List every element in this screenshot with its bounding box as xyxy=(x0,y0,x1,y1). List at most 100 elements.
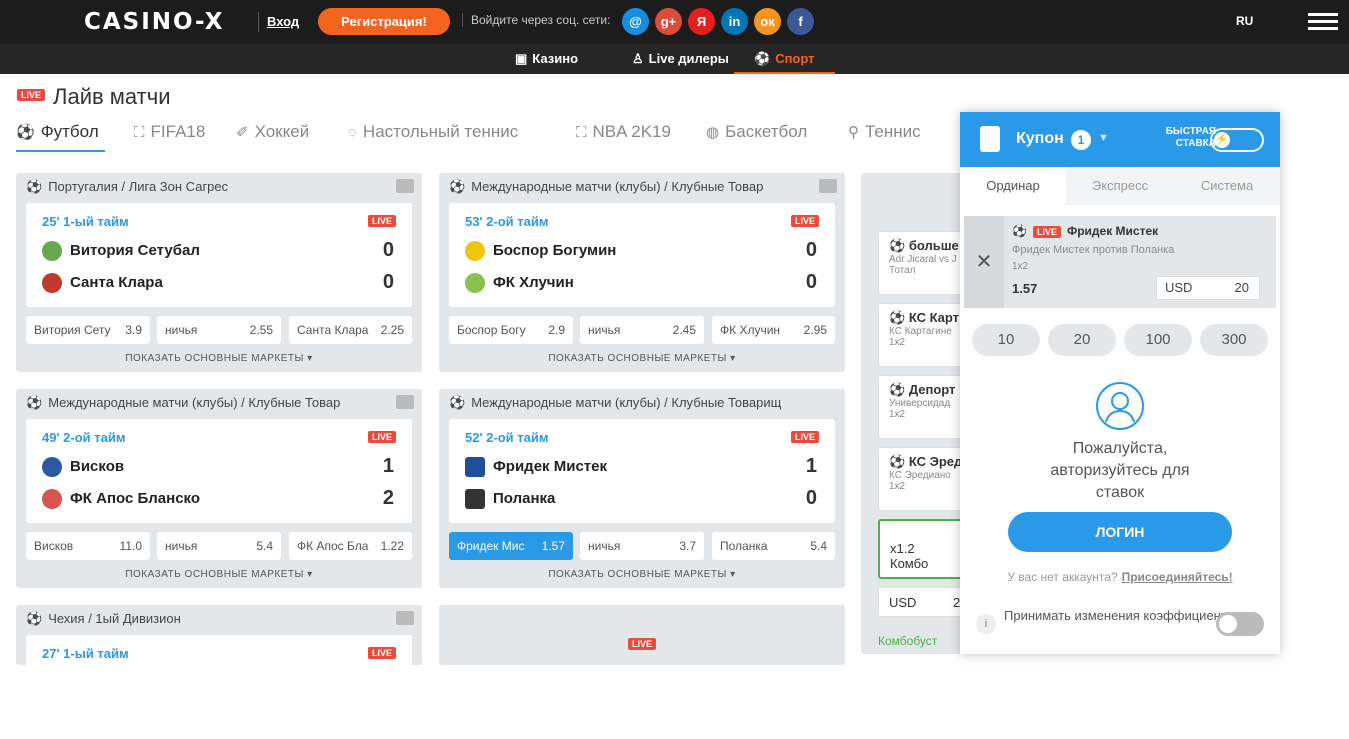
main-nav: ▣ Казино ♙ Live дилеры ⚽ Спорт xyxy=(0,44,1349,74)
no-account-text: У вас нет аккаунта? Присоединяйтесь! xyxy=(1007,570,1233,584)
league-header[interactable]: ⚽ Международные матчи (клубы) / Клубные Т… xyxy=(439,389,845,417)
login-button[interactable]: ЛОГИН xyxy=(1008,512,1232,552)
mail-icon[interactable]: @ xyxy=(622,8,649,35)
top-bar: CASINO-X Вход Регистрация! Войдите через… xyxy=(0,0,1349,44)
social-login-text: Войдите через соц. сети: xyxy=(462,13,610,27)
show-markets-link[interactable]: ПОКАЗАТЬ ОСНОВНЫЕ МАРКЕТЫ ▾ xyxy=(439,569,845,580)
show-markets-link[interactable]: ПОКАЗАТЬ ОСНОВНЫЕ МАРКЕТЫ ▾ xyxy=(439,353,845,364)
match-card: ⚽ Международные матчи (клубы) / Клубные Т… xyxy=(439,389,845,588)
live-badge: LIVE xyxy=(17,89,46,102)
odds-home-button[interactable]: Витория Сету 3.9 xyxy=(26,316,150,344)
odds-away-button[interactable]: Санта Клара 2.25 xyxy=(289,316,412,344)
team-crest-icon xyxy=(465,489,485,509)
tab-single[interactable]: Ординар xyxy=(960,167,1066,205)
league-header[interactable]: ⚽ Международные матчи (клубы) / Клубные Т… xyxy=(439,173,845,201)
league-header[interactable]: ⚽ Международные матчи (клубы) / Клубные Т… xyxy=(16,389,422,417)
facebook-icon[interactable]: f xyxy=(787,8,814,35)
bet-odds: 1.57 xyxy=(1012,281,1038,296)
nav-sport[interactable]: ⚽ Спорт xyxy=(734,44,835,74)
match-info[interactable]: 25' 1-ый тайм LIVE Витория Сетубал 0 Сан… xyxy=(26,203,412,307)
coupon-header: Купон 1 ▼ БЫСТРАЯ СТАВКА ⚡ xyxy=(960,112,1280,167)
combo-item[interactable]: ⚽ КС Карт КС Картагине 1x2 xyxy=(878,303,968,367)
match-info[interactable]: 52' 2-ой тайм LIVE Фридек Мистек 1 Полан… xyxy=(449,419,835,523)
match-info[interactable]: 27' 1-ый тайм LIVE xyxy=(26,635,412,739)
odnoklassniki-icon[interactable]: ок xyxy=(754,8,781,35)
tab-hockey[interactable]: ✐ Хоккей xyxy=(236,122,309,152)
score-home: 0 xyxy=(805,239,817,261)
tab-table-tennis[interactable]: ◌ Настольный теннис xyxy=(348,122,518,152)
stats-icon[interactable] xyxy=(396,611,414,625)
tab-fifa18[interactable]: ⛶ FIFA18 xyxy=(134,122,205,152)
odds-away-button[interactable]: Поланка 5.4 xyxy=(712,532,835,560)
login-link[interactable]: Вход xyxy=(258,12,299,32)
combo-boost-label: Комбобуст xyxy=(878,634,938,648)
close-icon[interactable]: ✕ xyxy=(964,216,1004,308)
score-away: 2 xyxy=(382,487,394,509)
combo-multiplier[interactable]: x1.2 Комбо xyxy=(878,519,968,579)
league-header[interactable]: ⚽ Португалия / Лига Зон Сагрес xyxy=(16,173,422,201)
google-plus-icon[interactable]: g+ xyxy=(655,8,682,35)
odds-home-button-selected[interactable]: Фридек Мис 1.57 xyxy=(449,532,573,560)
combo-item[interactable]: ⚽ Депорт Универсидад 1x2 xyxy=(878,375,968,439)
menu-icon[interactable] xyxy=(1308,13,1338,31)
odds-home-button[interactable]: Боспор Богу 2.9 xyxy=(449,316,573,344)
stats-icon[interactable] xyxy=(819,179,837,193)
tab-basketball[interactable]: ◍ Баскетбол xyxy=(706,122,807,152)
quick-stake-button[interactable]: 100 xyxy=(1124,324,1192,356)
chevron-down-icon[interactable]: ▼ xyxy=(1098,132,1109,144)
combo-currency[interactable]: USD 2 xyxy=(878,587,968,617)
team-home: Висков xyxy=(42,457,124,477)
odds-draw-button[interactable]: ничья 2.55 xyxy=(157,316,281,344)
team-home: Фридек Мистек xyxy=(465,457,607,477)
odds-draw-button[interactable]: ничья 3.7 xyxy=(580,532,704,560)
ball-icon: ⚽ xyxy=(26,395,43,410)
live-badge: LIVE xyxy=(367,431,396,443)
match-info[interactable]: 49' 2-ой тайм LIVE Висков 1 ФК Апос Блан… xyxy=(26,419,412,523)
show-markets-link[interactable]: ПОКАЗАТЬ ОСНОВНЫЕ МАРКЕТЫ ▾ xyxy=(16,569,422,580)
quick-stake-button[interactable]: 10 xyxy=(972,324,1040,356)
ball-icon: ⚽ xyxy=(26,611,43,626)
language-selector[interactable]: RU xyxy=(1236,14,1253,28)
join-link[interactable]: Присоединяйтесь! xyxy=(1122,570,1233,584)
stats-icon[interactable] xyxy=(396,179,414,193)
pingpong-icon: ◌ xyxy=(348,124,357,141)
quick-stake-button[interactable]: 20 xyxy=(1048,324,1116,356)
odds-home-button[interactable]: Висков 11.0 xyxy=(26,532,150,560)
stats-icon[interactable] xyxy=(396,395,414,409)
show-markets-link[interactable]: ПОКАЗАТЬ ОСНОВНЫЕ МАРКЕТЫ ▾ xyxy=(16,353,422,364)
match-card: ⚽ Португалия / Лига Зон Сагрес 25' 1-ый т… xyxy=(16,173,422,372)
fast-bet-toggle[interactable]: ⚡ xyxy=(1210,128,1264,152)
ball-icon: ⚽ xyxy=(449,395,466,410)
coupon-title: Купон xyxy=(1016,130,1064,147)
linkedin-icon[interactable]: in xyxy=(721,8,748,35)
basketball-icon: ◍ xyxy=(706,124,720,141)
tab-express[interactable]: Экспресс xyxy=(1067,167,1173,205)
tab-tennis[interactable]: ⚲ Теннис xyxy=(848,122,921,152)
combo-item[interactable]: ⚽ больше Adr Jicaral vs J Тотал xyxy=(878,231,968,295)
live-badge: LIVE xyxy=(790,215,819,227)
match-card: ⚽ Международные матчи (клубы) / Клубные Т… xyxy=(439,173,845,372)
tab-system[interactable]: Система xyxy=(1174,167,1280,205)
combo-item[interactable]: ⚽ КС Эред КС Эредиано 1x2 xyxy=(878,447,968,511)
league-header[interactable]: ⚽ Чехия / 1ый Дивизион xyxy=(16,605,422,633)
bet-coupon: Купон 1 ▼ БЫСТРАЯ СТАВКА ⚡ Ординар Экспр… xyxy=(960,112,1280,654)
tab-football[interactable]: ⚽ Футбол xyxy=(16,122,105,152)
stake-input[interactable]: USD 20 xyxy=(1156,276,1260,300)
odds-away-button[interactable]: ФК Хлучин 2.95 xyxy=(712,316,835,344)
info-icon[interactable]: i xyxy=(976,614,996,634)
odds-away-button[interactable]: ФК Апос Бла 1.22 xyxy=(289,532,412,560)
match-info[interactable]: 53' 2-ой тайм LIVE Боспор Богумин 0 ФК Х… xyxy=(449,203,835,307)
register-button[interactable]: Регистрация! xyxy=(318,8,450,35)
odds-draw-button[interactable]: ничья 5.4 xyxy=(157,532,281,560)
logo[interactable]: CASINO-X xyxy=(84,9,224,35)
match-time: 25' 1-ый тайм xyxy=(42,214,129,229)
odds-draw-button[interactable]: ничья 2.45 xyxy=(580,316,704,344)
yandex-icon[interactable]: Я xyxy=(688,8,715,35)
team-home: Витория Сетубал xyxy=(42,241,200,261)
nav-casino[interactable]: ▣ Казино xyxy=(515,44,578,74)
match-time: 53' 2-ой тайм xyxy=(465,214,549,229)
nav-live-dealers[interactable]: ♙ Live дилеры xyxy=(632,44,729,74)
quick-stake-button[interactable]: 300 xyxy=(1200,324,1268,356)
accept-odds-toggle[interactable] xyxy=(1216,612,1264,636)
tab-nba2k19[interactable]: ⛶ NBA 2K19 xyxy=(576,122,671,152)
